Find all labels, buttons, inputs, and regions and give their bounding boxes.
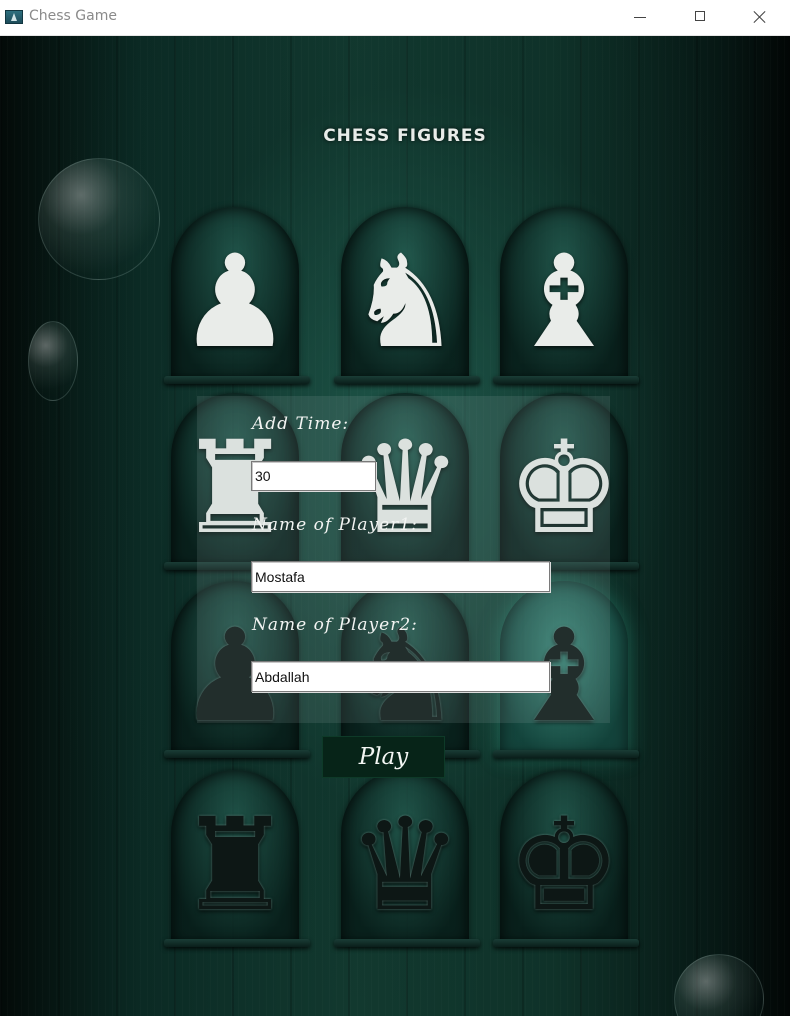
page-title: CHESS FIGURES (323, 126, 487, 146)
time-label: Add Time: (252, 414, 350, 434)
minimize-button[interactable] (617, 0, 663, 35)
black-queen-icon: ♛ (347, 791, 463, 940)
maximize-button[interactable] (677, 0, 723, 35)
player1-name-input[interactable] (251, 561, 550, 592)
chess-game-window: Chess Game CHESS FIGURES ♟ ♞ ♝ ♜ ♛ ♚ ♟ ♝… (0, 0, 790, 1016)
white-pawn-icon: ♟ (177, 228, 293, 377)
black-rook-icon: ♜ (177, 791, 293, 940)
player2-label: Name of Player2: (252, 615, 418, 635)
white-bishop-icon: ♝ (506, 228, 622, 377)
play-button[interactable]: Play (322, 736, 445, 778)
white-knight-icon: ♞ (347, 228, 463, 377)
player1-label: Name of Player1: (252, 515, 418, 535)
player2-name-input[interactable] (251, 661, 550, 692)
time-input[interactable] (251, 461, 376, 491)
maximize-icon (695, 11, 705, 21)
game-menu: CHESS FIGURES ♟ ♞ ♝ ♜ ♛ ♚ ♟ ♞ ♝ (0, 36, 790, 1016)
minimize-icon (634, 17, 646, 18)
app-icon (5, 10, 23, 24)
bubble-decoration (38, 158, 160, 280)
window-title: Chess Game (29, 8, 117, 24)
bubble-decoration (28, 321, 78, 401)
close-icon (753, 10, 767, 24)
close-button[interactable] (737, 0, 783, 35)
black-king-icon: ♚ (506, 791, 622, 940)
title-bar[interactable]: Chess Game (0, 0, 790, 36)
